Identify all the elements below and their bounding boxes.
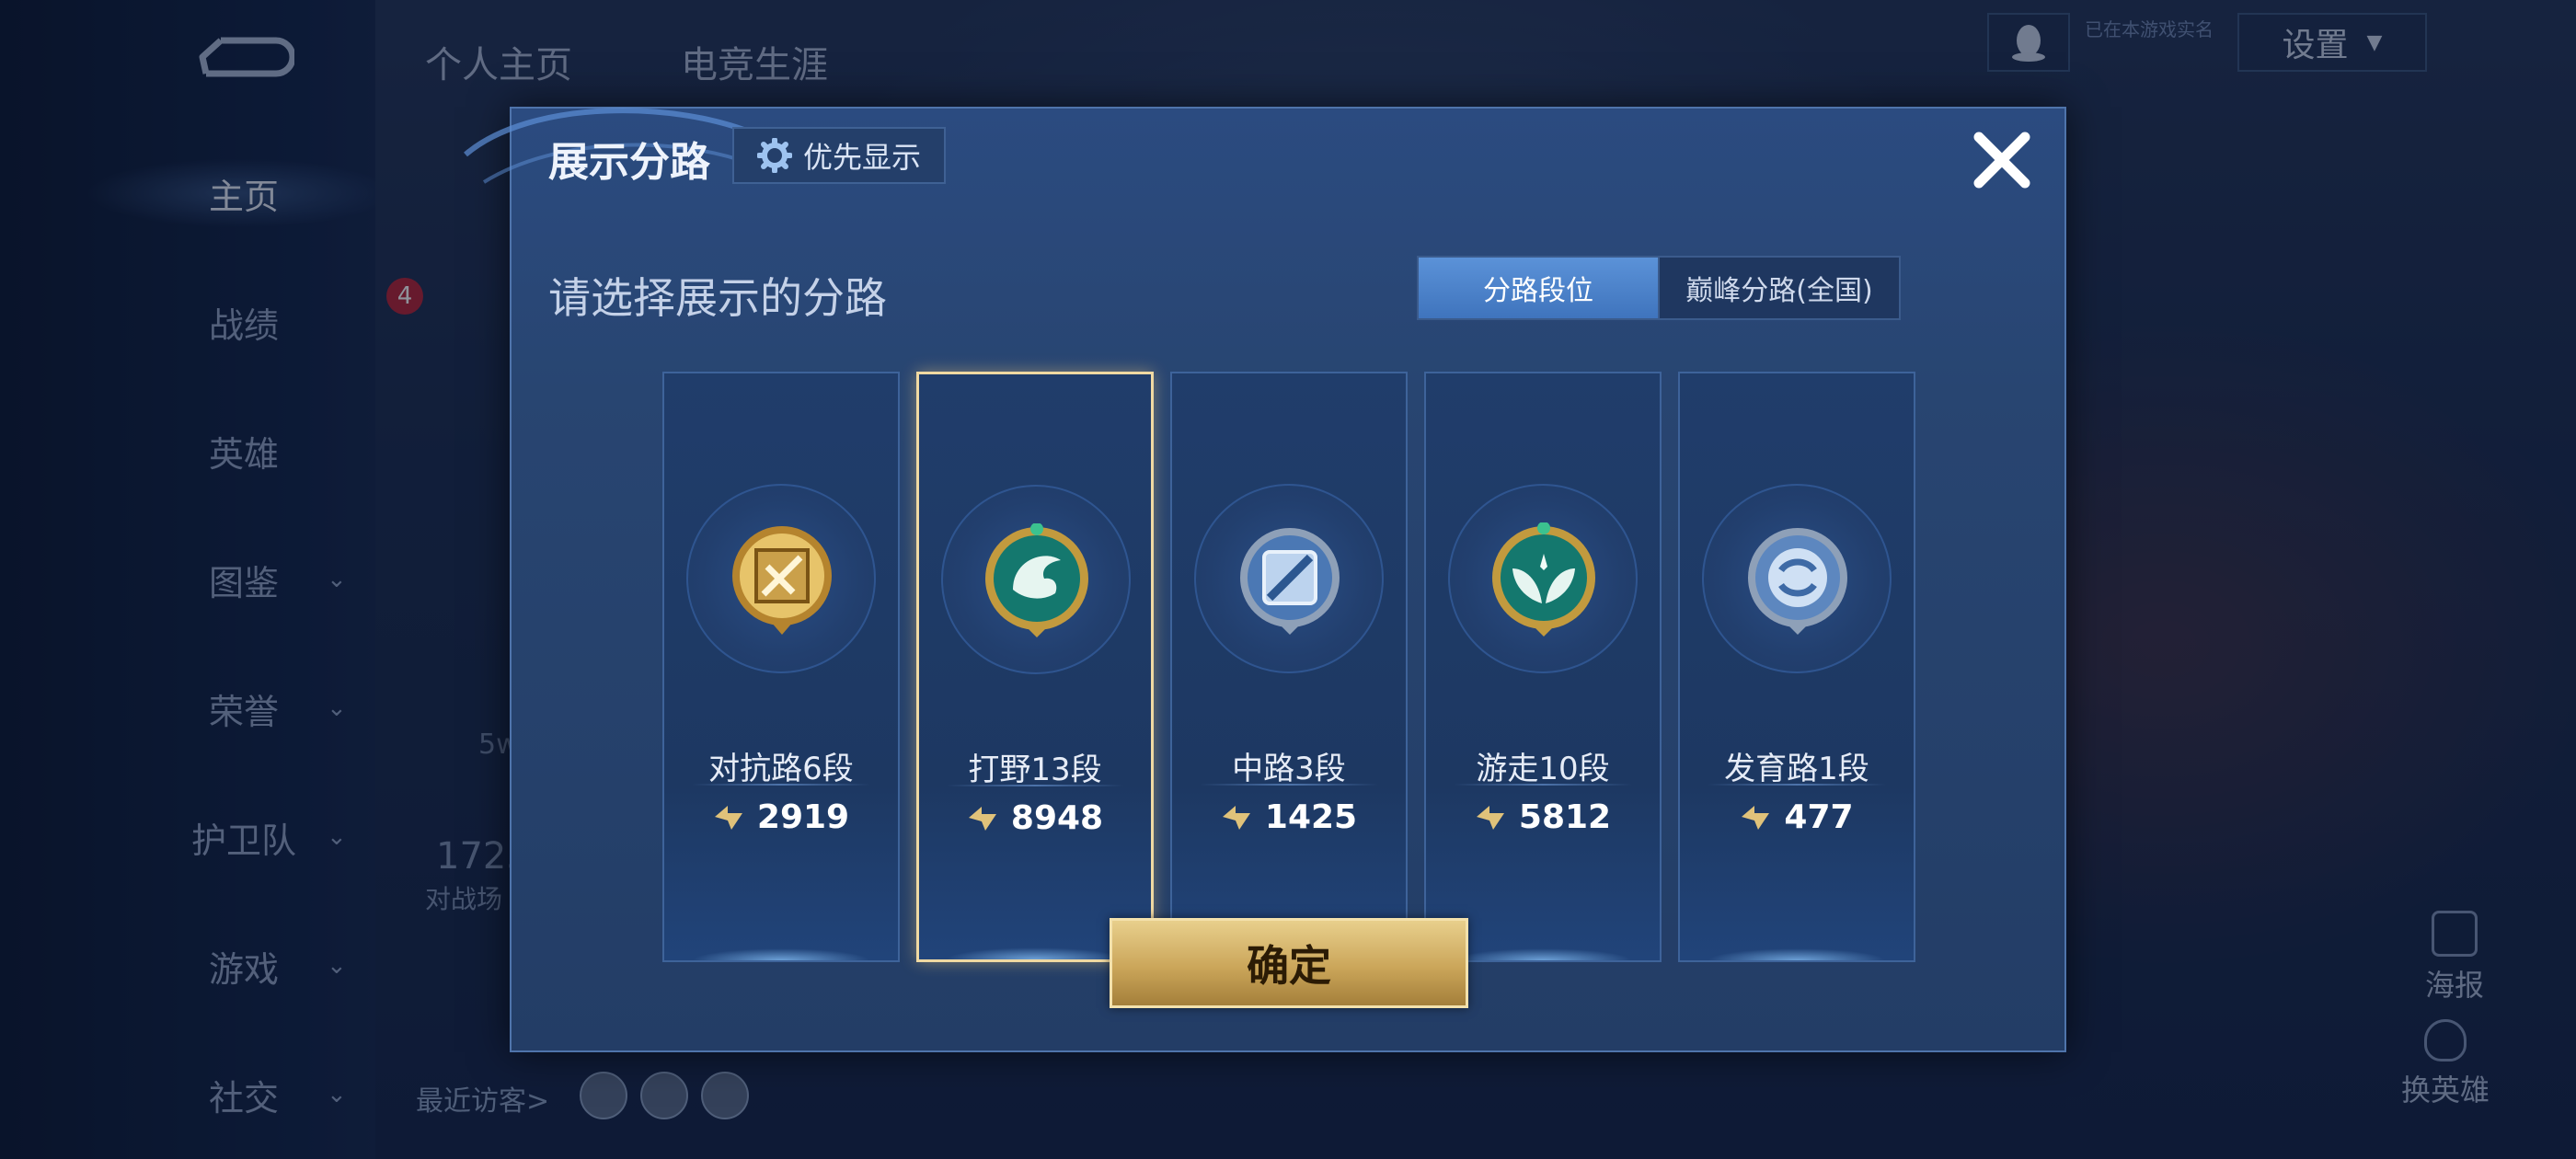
divider [1708, 784, 1886, 786]
score-value: 8948 [1010, 799, 1104, 837]
gear-icon [756, 138, 792, 173]
roam-medal-icon [1492, 522, 1595, 637]
score-value: 2919 [756, 798, 850, 836]
score-value: 5812 [1518, 798, 1612, 836]
points-icon [1742, 805, 1770, 830]
rank-label: 发育路1段 [1724, 751, 1869, 787]
top-lane-medal-icon [732, 526, 832, 635]
priority-display-button[interactable]: 优先显示 [732, 127, 946, 184]
score: 477 [1680, 798, 1914, 836]
rank-label: 游走10段 [1476, 751, 1610, 787]
toggle-peak-lane[interactable]: 巅峰分路(全国) [1660, 258, 1899, 318]
card-sheen [664, 933, 898, 960]
divider [947, 785, 1123, 786]
lane-card-adc[interactable]: 发育路1段 477 [1678, 372, 1915, 962]
score: 8948 [919, 799, 1151, 837]
rank-label: 打野13段 [968, 752, 1102, 788]
points-icon [714, 805, 742, 830]
divider [692, 784, 870, 786]
priority-label: 优先显示 [802, 140, 921, 175]
mid-lane-medal-icon [1240, 528, 1340, 635]
close-icon [1973, 132, 2030, 189]
dialog-title: 展示分路 [548, 139, 710, 186]
lane-card-top[interactable]: 对抗路6段 2919 [662, 372, 900, 962]
lane-card-mid[interactable]: 中路3段 1425 [1170, 372, 1408, 962]
score-value: 1425 [1264, 798, 1358, 836]
jungle-medal-icon [985, 523, 1088, 637]
score: 2919 [664, 798, 898, 836]
lane-card-roam[interactable]: 游走10段 5812 [1424, 372, 1662, 962]
score: 5812 [1426, 798, 1660, 836]
points-icon [968, 806, 996, 831]
points-icon [1476, 805, 1504, 830]
card-sheen [1680, 933, 1914, 960]
score: 1425 [1172, 798, 1406, 836]
close-button[interactable] [1965, 123, 2039, 197]
lane-display-dialog: 展示分路 优先显示 请选择展示的分路 分路段位 巅峰分路(全国) 对抗路6段 2… [464, 107, 2066, 1052]
farm-lane-medal-icon [1748, 528, 1847, 635]
score-value: 477 [1784, 798, 1854, 836]
confirm-button[interactable]: 确定 [1110, 918, 1468, 1008]
lane-card-jungle[interactable]: 打野13段 8948 [916, 372, 1154, 962]
divider [1454, 784, 1632, 786]
rank-label: 中路3段 [1232, 751, 1346, 787]
rank-label: 对抗路6段 [708, 751, 854, 787]
toggle-lane-rank[interactable]: 分路段位 [1419, 258, 1660, 318]
lane-cards: 对抗路6段 2919 打野13段 8948 中路3段 1425 游走10段 58… [662, 372, 1919, 964]
mode-toggle: 分路段位 巅峰分路(全国) [1417, 256, 1901, 320]
dialog-subtitle: 请选择展示的分路 [548, 273, 887, 323]
points-icon [1222, 805, 1250, 830]
divider [1200, 784, 1378, 786]
